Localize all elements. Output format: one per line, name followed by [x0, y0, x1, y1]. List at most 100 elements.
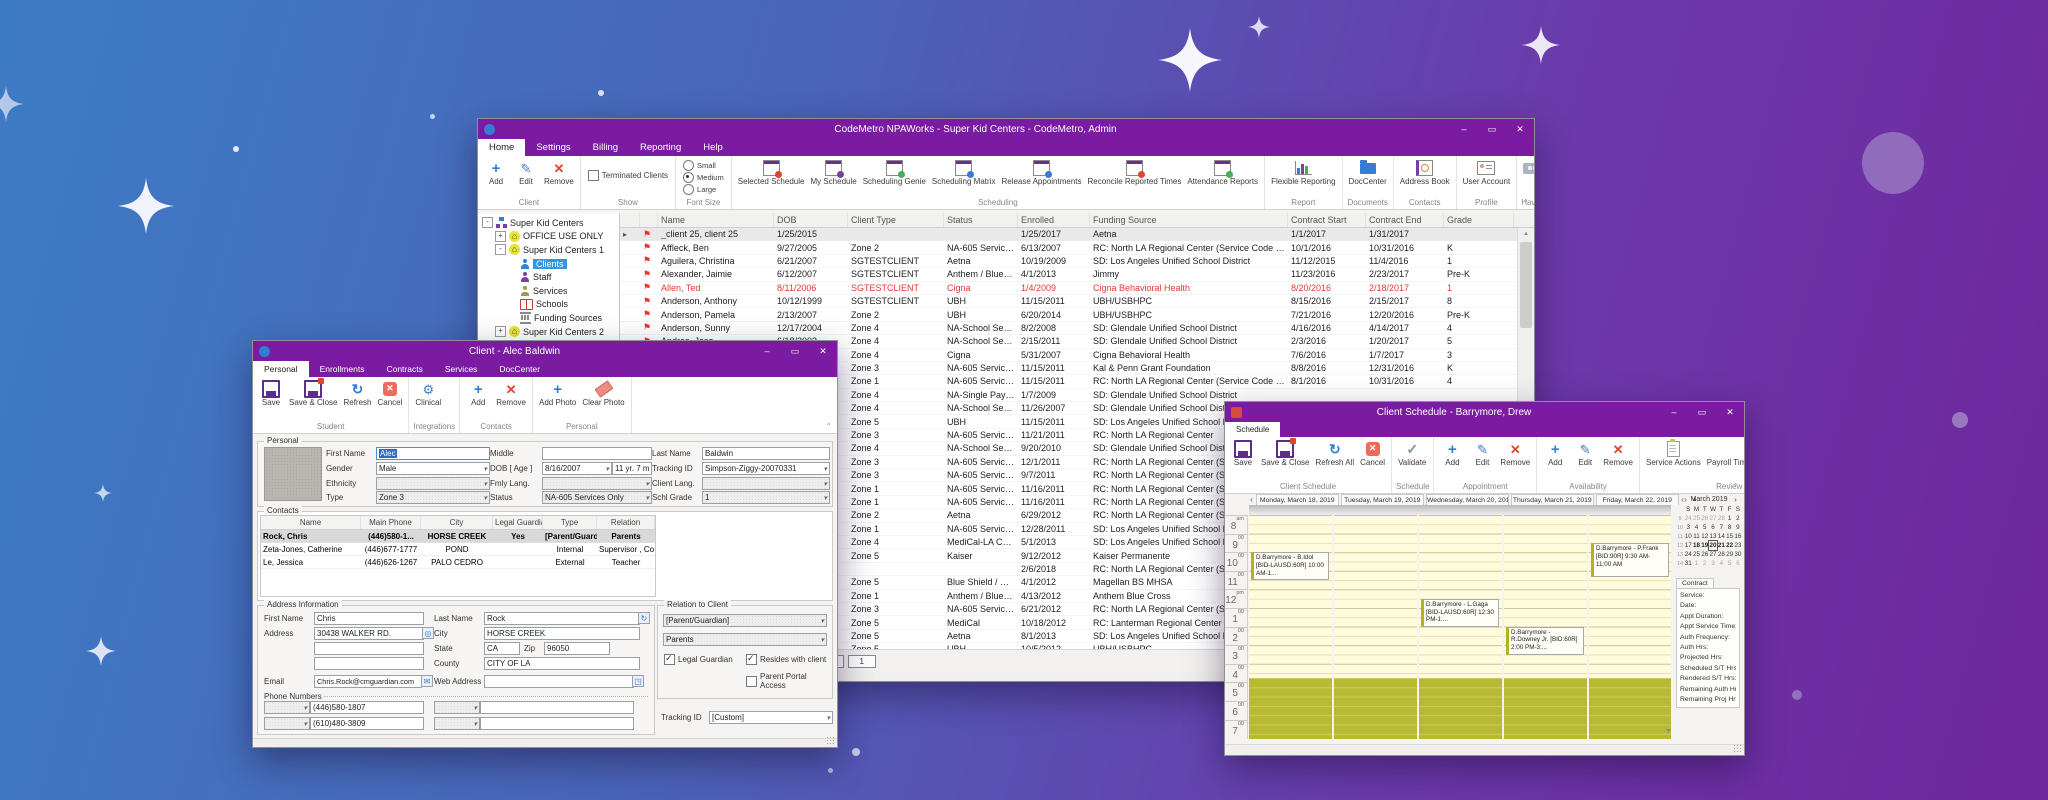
attendance-reports-button[interactable]: Attendance Reports	[1184, 158, 1261, 188]
flexible-reporting-button[interactable]: Flexible Reporting	[1268, 158, 1338, 188]
close-button[interactable]: ✕	[1506, 119, 1534, 139]
mini-calendar-day[interactable]: 8	[1725, 523, 1733, 532]
tree-item-clients[interactable]: Clients	[478, 257, 619, 271]
tree-expander-icon[interactable]: +	[495, 231, 506, 242]
first-name-field[interactable]: Alec	[376, 447, 490, 460]
mini-calendar-day[interactable]: 9	[1734, 523, 1742, 532]
tree-item-schools[interactable]: Schools	[478, 298, 619, 312]
mini-calendar-day[interactable]: 28	[1717, 514, 1725, 523]
validate-button[interactable]: ✓Validate	[1395, 439, 1429, 469]
contacts-column-name[interactable]: Name	[261, 516, 361, 529]
next-month-icon[interactable]: ›	[1731, 495, 1740, 504]
phone-type-dropdown[interactable]: ▾	[264, 701, 310, 714]
minimize-button[interactable]: –	[1660, 402, 1688, 422]
mini-calendar-day[interactable]: 16	[1734, 532, 1742, 541]
selected-schedule-button[interactable]: Selected Schedule	[735, 158, 808, 188]
column-header-client-type[interactable]: Client Type	[848, 213, 944, 227]
phone-number-field[interactable]: (610)480-3809	[310, 717, 424, 730]
maximize-button[interactable]: ▭	[1688, 402, 1716, 422]
mini-calendar-day[interactable]: 24	[1684, 550, 1692, 559]
clinical-button[interactable]: ⚙Clinical	[412, 379, 444, 409]
mini-calendar-day[interactable]: 12	[1701, 532, 1709, 541]
payroll-time-travel-mileage-button[interactable]: Payroll Time & Travel Mileage	[1704, 439, 1745, 469]
scrollbar-thumb[interactable]	[1520, 242, 1532, 328]
status-dropdown[interactable]: NA-605 Services Only▾	[542, 491, 652, 504]
ribbon-collapse-icon[interactable]: ⌃	[1522, 198, 1529, 207]
contact-row[interactable]: Zeta-Jones, Catherine(446)677-1777PONDIn…	[261, 543, 655, 556]
contacts-column-relation[interactable]: Relation	[597, 516, 655, 529]
maximize-button[interactable]: ▭	[1478, 119, 1506, 139]
contacts-grid-header[interactable]: NameMain PhoneCityLegal GuardianTypeRela…	[261, 516, 655, 530]
mini-calendar-day[interactable]: 31	[1684, 559, 1692, 568]
mini-calendar-day[interactable]: 3	[1709, 559, 1717, 568]
save-close-button[interactable]: Save & Close	[1258, 439, 1312, 469]
table-row[interactable]: ▸⚑_client 25, client 251/25/20151/25/201…	[620, 228, 1518, 241]
day-header[interactable]: Thursday, March 21, 2019	[1511, 494, 1594, 505]
day-column[interactable]: D.Barrymore - R.Downey Jr. [BID:60R] 2:0…	[1504, 515, 1587, 739]
mini-calendar-day[interactable]: 3	[1684, 523, 1692, 532]
contacts-column-city[interactable]: City	[421, 516, 493, 529]
address-field[interactable]: 30438 WALKER RD.	[314, 627, 424, 640]
edit-button[interactable]: ✎Edit	[511, 158, 541, 188]
phone-number-field[interactable]: (446)580-1807	[310, 701, 424, 714]
mini-calendar-day[interactable]: 25	[1692, 550, 1700, 559]
remove-button[interactable]: ✕Remove	[1497, 439, 1533, 469]
day-header[interactable]: Wednesday, March 20, 2019	[1426, 494, 1509, 505]
clear-photo-button[interactable]: Clear Photo	[579, 379, 627, 409]
add-button[interactable]: +Add	[463, 379, 493, 409]
mini-calendar-day[interactable]: 5	[1725, 559, 1733, 568]
web-address-field[interactable]	[484, 675, 634, 688]
mini-calendar-day[interactable]: 15	[1725, 532, 1733, 541]
tree-item-super-kid-centers-1[interactable]: -⌂Super Kid Centers 1	[478, 243, 619, 257]
state-field[interactable]: CA	[484, 642, 520, 655]
tree-expander-icon[interactable]: -	[482, 217, 493, 228]
ribbon-collapse-icon[interactable]: ⌃	[825, 422, 832, 431]
address-book-button[interactable]: Address Book	[1397, 158, 1453, 188]
maximize-button[interactable]: ▭	[781, 341, 809, 361]
relation-dropdown[interactable]: [Parent/Guardian]▾	[663, 614, 827, 627]
last-name-field[interactable]: Baldwin	[702, 447, 830, 460]
remove-button[interactable]: ✕Remove	[541, 158, 577, 188]
refresh-all-button[interactable]: ↻Refresh All	[1312, 439, 1357, 469]
mini-calendar-day[interactable]: 13	[1709, 532, 1717, 541]
terminated-clients-checkbox[interactable]	[588, 170, 599, 181]
city-field[interactable]: HORSE CREEK	[484, 627, 640, 640]
tab-personal[interactable]: Personal	[253, 361, 309, 377]
user-account-button[interactable]: User Account	[1460, 158, 1514, 188]
address-line3-field[interactable]	[314, 657, 424, 670]
edit-button[interactable]: ✎Edit	[1570, 439, 1600, 469]
my-schedule-button[interactable]: My Schedule	[807, 158, 859, 188]
legal-guardian-checkbox[interactable]: Legal Guardian	[664, 654, 733, 665]
guardian-last-name-field[interactable]: Rock	[484, 612, 640, 625]
table-row[interactable]: ⚑Allen, Ted8/11/2006SGTESTCLIENTCigna1/4…	[620, 282, 1518, 295]
mini-calendar-day[interactable]: 4	[1717, 559, 1725, 568]
mini-calendar-day[interactable]: 30	[1734, 550, 1742, 559]
save-button[interactable]: Save	[256, 379, 286, 409]
column-header-funding-source[interactable]: Funding Source	[1090, 213, 1288, 227]
open-web-icon[interactable]: ◳	[632, 675, 644, 687]
tab-contracts[interactable]: Contracts	[375, 361, 433, 377]
address-line2-field[interactable]	[314, 642, 424, 655]
close-button[interactable]: ✕	[809, 341, 837, 361]
tree-expander-icon[interactable]: +	[495, 326, 506, 337]
email-field[interactable]: Chris.Rock@cmguardian.com	[314, 675, 422, 688]
day-column[interactable]: D.Barrymore - B.Idol [BID-LAUSD:60R] 10:…	[1249, 515, 1332, 739]
mini-calendar-day[interactable]: 5	[1701, 523, 1709, 532]
service-actions-button[interactable]: Service Actions	[1643, 439, 1704, 469]
appointment-event[interactable]: D.Barrymore - B.Idol [BID-LAUSD:60R] 10:…	[1251, 552, 1329, 580]
mini-calendar-day[interactable]: 1	[1725, 514, 1733, 523]
menu-tab-help[interactable]: Help	[692, 139, 734, 156]
mini-calendar-day[interactable]: 2	[1701, 559, 1709, 568]
mini-calendar-day[interactable]: 20	[1709, 541, 1717, 550]
mini-calendar-day[interactable]: 28	[1717, 550, 1725, 559]
ribbon-collapse-icon[interactable]: ⌃	[1732, 482, 1739, 491]
column-header-grade[interactable]: Grade	[1444, 213, 1514, 227]
gender-dropdown[interactable]: Male▾	[376, 462, 490, 475]
appointment-event[interactable]: D.Barrymore - L.Gaga [BID-LAUSD:60R] 12:…	[1421, 599, 1499, 627]
sync-contact-icon[interactable]: ↻	[638, 612, 650, 624]
family-language-dropdown[interactable]: ▾	[542, 477, 652, 490]
appointment-event[interactable]: D.Barrymore - P.Frank [BID:90R] 9:30 AM-…	[1591, 543, 1669, 577]
ethnicity-dropdown[interactable]: ▾	[376, 477, 490, 490]
client-language-dropdown[interactable]: ▾	[702, 477, 830, 490]
guardian-first-name-field[interactable]: Chris	[314, 612, 424, 625]
